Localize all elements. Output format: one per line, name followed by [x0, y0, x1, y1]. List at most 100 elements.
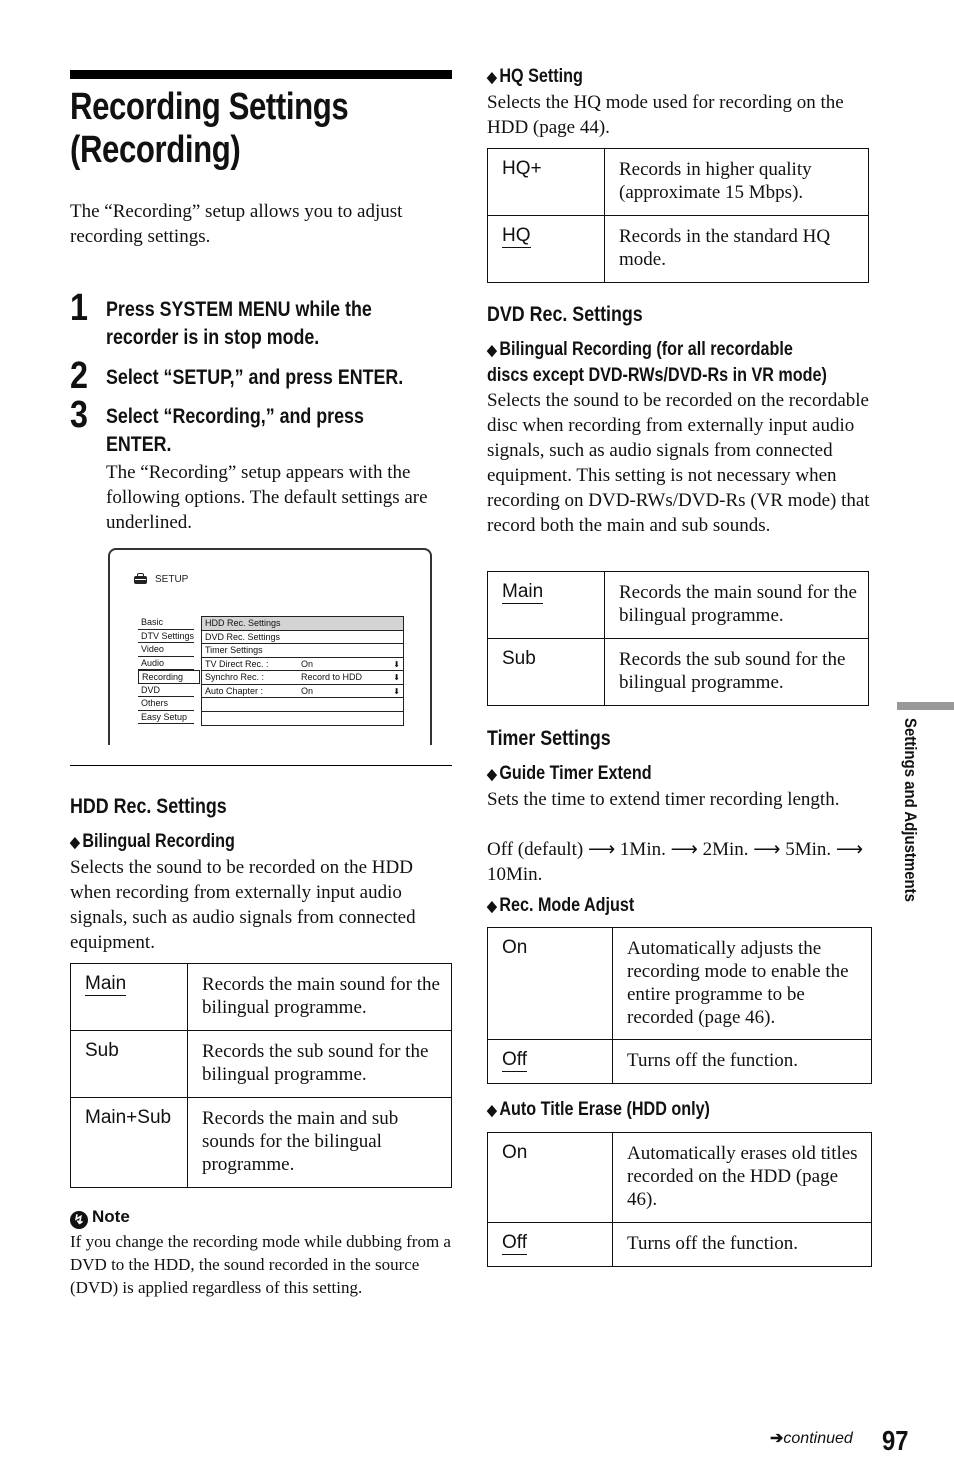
diamond-icon: ◆ [487, 898, 497, 915]
side-tab-marker [897, 702, 954, 710]
option-key: Main+Sub [70, 1097, 188, 1188]
side-tab-label: Settings and Adjustments [901, 718, 920, 902]
setup-option[interactable]: Synchro Rec. : Record to HDD ⬇ [202, 671, 403, 685]
option-desc: Records the main sound for the bilingual… [187, 963, 452, 1031]
hdd-bilingual-table: Main Records the main sound for the bilin… [70, 963, 452, 1188]
option-key-default: Off [502, 1232, 527, 1255]
hq-desc: Selects the HQ mode used for recording o… [487, 92, 844, 138]
diamond-icon: ◆ [487, 766, 497, 783]
hq-table: HQ+ Records in higher quality (approximat… [487, 148, 869, 283]
step-number: 3 [70, 394, 88, 436]
table-row: Sub Records the sub sound for the bilingu… [487, 638, 869, 706]
setup-menu-item-active[interactable]: Recording [138, 670, 200, 684]
table-row: HQ+ Records in higher quality (approximat… [487, 148, 869, 216]
page-title-line1: Recording Settings [70, 86, 349, 128]
step-3-text: Select “Recording,” and press ENTER. [106, 403, 364, 459]
hdd-heading: HDD Rec. Settings [70, 795, 227, 818]
option-desc: Automatically erases old titles recorded… [612, 1132, 872, 1223]
diamond-icon: ◆ [487, 1102, 497, 1119]
subheading-text: Rec. Mode Adjust [499, 895, 635, 916]
right-arrow-icon: ➔ [770, 1430, 784, 1447]
guide-timer-desc: Sets the time to extend timer recording … [487, 789, 840, 810]
setup-option[interactable]: DVD Rec. Settings [202, 631, 403, 644]
option-desc: Records in higher quality (approximate 1… [604, 148, 869, 216]
hdd-bilingual-desc: Selects the sound to be recorded on the … [70, 857, 416, 953]
diamond-icon: ◆ [487, 342, 497, 359]
title-rule [70, 70, 452, 79]
option-key: HQ [487, 215, 605, 283]
setup-option[interactable]: Timer Settings [202, 644, 403, 658]
setup-menu-item[interactable]: DVD [138, 684, 194, 697]
setup-menu-item[interactable]: Audio [138, 657, 194, 670]
down-arrow-icon: ⬇ [393, 673, 400, 682]
setup-menu-item[interactable]: Video [138, 643, 194, 657]
dvd-bilingual-desc: Selects the sound to be recorded on the … [487, 390, 870, 536]
step-2-text: Select “SETUP,” and press ENTER. [106, 366, 404, 389]
step-1-text: Press SYSTEM MENU while the recorder is … [106, 296, 372, 352]
guide-timer-sequence: Off (default) ⟶ 1Min. ⟶ 2Min. ⟶ 5Min. ⟶ … [487, 839, 864, 885]
table-row: Sub Records the sub sound for the bilingu… [70, 1030, 452, 1098]
intro-text: The “Recording” setup allows you to adju… [70, 201, 403, 247]
step-1-line1: Press SYSTEM MENU while the [106, 298, 372, 321]
option-key: Off [487, 1039, 613, 1084]
setup-option-selected[interactable]: HDD Rec. Settings [202, 617, 403, 631]
setup-option[interactable]: TV Direct Rec. : On ⬇ [202, 658, 403, 671]
subheading-text: discs except DVD-RWs/DVD-Rs in VR mode) [487, 365, 827, 386]
note-title: Note [92, 1207, 130, 1226]
option-key: Sub [487, 638, 605, 706]
rec-mode-adjust-table: On Automatically adjusts the recording mo… [487, 927, 872, 1084]
option-key-default: HQ [502, 225, 531, 248]
step-3-line2: ENTER. [106, 433, 172, 456]
timer-heading: Timer Settings [487, 727, 611, 750]
guide-timer-title: ◆ Guide Timer Extend [487, 761, 652, 787]
option-desc: Turns off the function. [612, 1222, 872, 1267]
diamond-icon: ◆ [487, 69, 497, 86]
option-key: Sub [70, 1030, 188, 1098]
setup-option[interactable]: Auto Chapter : On ⬇ [202, 685, 403, 698]
option-desc: Records in the standard HQ mode. [604, 215, 869, 283]
note-icon: ↯ [70, 1211, 88, 1229]
table-row: Main Records the main sound for the bilin… [487, 571, 869, 639]
option-key-default: Off [502, 1049, 527, 1072]
auto-title-erase-table: On Automatically erases old titles record… [487, 1132, 872, 1267]
option-key: Off [487, 1222, 613, 1267]
step-3-body: The “Recording” setup appears with the f… [106, 462, 428, 533]
dvd-bilingual-title: ◆ Bilingual Recording (for all recordable… [487, 337, 827, 388]
toolbox-icon [134, 572, 147, 584]
diamond-icon: ◆ [70, 834, 80, 851]
option-desc: Records the main and sub sounds for the … [187, 1097, 452, 1188]
option-key-default: Main [85, 973, 127, 996]
step-3-line1: Select “Recording,” and press [106, 405, 364, 428]
setup-menu-item[interactable]: Easy Setup [138, 711, 194, 724]
option-key: Main [487, 571, 605, 639]
option-label: DVD Rec. Settings [205, 631, 281, 642]
option-desc: Turns off the function. [612, 1039, 872, 1084]
page-number: 97 [882, 1425, 909, 1456]
dvd-bilingual-table: Main Records the main sound for the bilin… [487, 571, 869, 706]
subheading-text: Guide Timer Extend [499, 763, 652, 784]
setup-menu-item[interactable]: Others [138, 697, 194, 711]
option-key: HQ+ [487, 148, 605, 216]
option-label: Auto Chapter : [205, 685, 264, 696]
continued-label: ➔continued [770, 1428, 853, 1448]
table-row: On Automatically erases old titles record… [487, 1132, 872, 1223]
option-desc: Records the sub sound for the bilingual … [187, 1030, 452, 1098]
option-label: HDD Rec. Settings [205, 618, 281, 628]
setup-menu-item[interactable]: DTV Settings [138, 630, 194, 643]
subheading-text: HQ Setting [499, 66, 583, 87]
option-label: Timer Settings [205, 645, 263, 655]
dvd-heading: DVD Rec. Settings [487, 303, 643, 326]
table-row: Main+Sub Records the main and sub sounds … [70, 1097, 452, 1188]
setup-option-empty [202, 698, 403, 712]
setup-header: SETUP [134, 572, 188, 585]
option-value: Record to HDD [301, 672, 363, 682]
option-desc: Records the main sound for the bilingual… [604, 571, 869, 639]
setup-menu-item[interactable]: Basic [138, 616, 194, 630]
continued-text: continued [783, 1430, 853, 1447]
option-label: Synchro Rec. : [205, 672, 265, 682]
page-title-line2: (Recording) [70, 129, 241, 171]
table-row: Off Turns off the function. [487, 1222, 872, 1267]
hq-title: ◆ HQ Setting [487, 64, 583, 90]
section-divider [70, 765, 452, 766]
step-number: 2 [70, 355, 88, 397]
